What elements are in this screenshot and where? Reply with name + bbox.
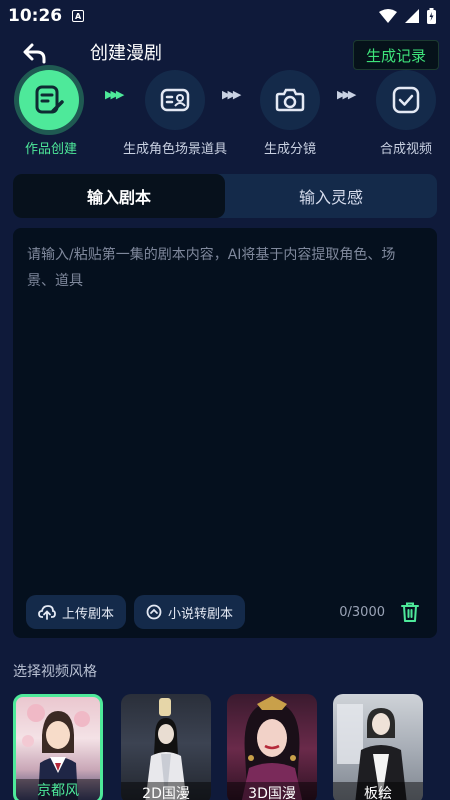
edit-doc-icon — [35, 85, 64, 114]
style-card-painting[interactable]: 板绘 — [333, 694, 423, 800]
style-section-title: 选择视频风格 — [13, 664, 97, 680]
step-label-storyboard: 生成分镜 — [263, 142, 317, 157]
status-bar: 10:26 A — [0, 0, 450, 32]
step-arrow-2: ▶▶▶ — [222, 88, 241, 101]
check-icon — [392, 86, 420, 114]
top-app-bar: 创建漫剧 生成记录 — [0, 36, 450, 72]
step-storyboard-circle[interactable] — [260, 70, 320, 130]
status-icons — [379, 8, 436, 24]
character-card-icon — [160, 88, 190, 112]
character-counter: 0/3000 — [339, 605, 385, 620]
workflow-steps: 作品创建 ▶▶▶ 生成角色场景道具 ▶▶▶ 生成分镜 ▶▶▶ 合成视频 — [0, 70, 450, 160]
step-arrow-3: ▶▶▶ — [337, 88, 356, 101]
trash-icon[interactable] — [400, 601, 420, 623]
cloud-upload-icon — [38, 605, 56, 620]
camera-icon — [275, 88, 305, 112]
upload-script-label: 上传剧本 — [62, 606, 115, 622]
style-card-3d-label: 3D国漫 — [227, 782, 317, 800]
step-arrow-1: ▶▶▶ — [105, 88, 124, 101]
tab-input-inspiration[interactable]: 输入灵感 — [225, 174, 437, 218]
tab-input-script[interactable]: 输入剧本 — [13, 174, 225, 218]
step-label-create: 作品创建 — [24, 142, 78, 157]
step-label-characters: 生成角色场景道具 — [122, 142, 228, 157]
style-card-painting-label: 板绘 — [333, 782, 423, 800]
style-card-2d-label: 2D国漫 — [121, 782, 211, 800]
novel-to-script-label: 小说转剧本 — [168, 606, 234, 622]
status-time: 10:26 — [8, 6, 63, 26]
script-editor[interactable]: 请输入/粘贴第一集的剧本内容，AI将基于内容提取角色、场景、道具 上传剧本 小说… — [13, 228, 437, 638]
script-input-placeholder[interactable]: 请输入/粘贴第一集的剧本内容，AI将基于内容提取角色、场景、道具 — [27, 242, 417, 294]
style-card-3d[interactable]: 3D国漫 — [227, 694, 317, 800]
wifi-icon — [379, 9, 397, 23]
upload-script-button[interactable]: 上传剧本 — [26, 595, 127, 629]
signal-icon — [405, 9, 419, 23]
convert-icon — [146, 604, 162, 620]
style-card-list: 京都风 2D国漫 3D国漫 板绘 — [0, 694, 450, 800]
step-compose-circle[interactable] — [376, 70, 436, 130]
notification-a-icon: A — [72, 10, 85, 22]
step-create-circle[interactable] — [19, 70, 79, 130]
novel-to-script-button[interactable]: 小说转剧本 — [134, 595, 246, 629]
step-label-compose: 合成视频 — [379, 142, 433, 157]
style-card-kyoto-label: 京都风 — [16, 779, 100, 800]
style-card-kyoto[interactable]: 京都风 — [13, 694, 103, 800]
battery-icon — [427, 8, 436, 24]
step-characters-circle[interactable] — [145, 70, 205, 130]
generation-record-button[interactable]: 生成记录 — [353, 40, 439, 70]
back-arrow-icon[interactable] — [22, 42, 48, 66]
style-card-2d[interactable]: 2D国漫 — [121, 694, 211, 800]
page-title: 创建漫剧 — [90, 43, 162, 64]
input-mode-tabs: 输入剧本 输入灵感 — [13, 174, 437, 218]
